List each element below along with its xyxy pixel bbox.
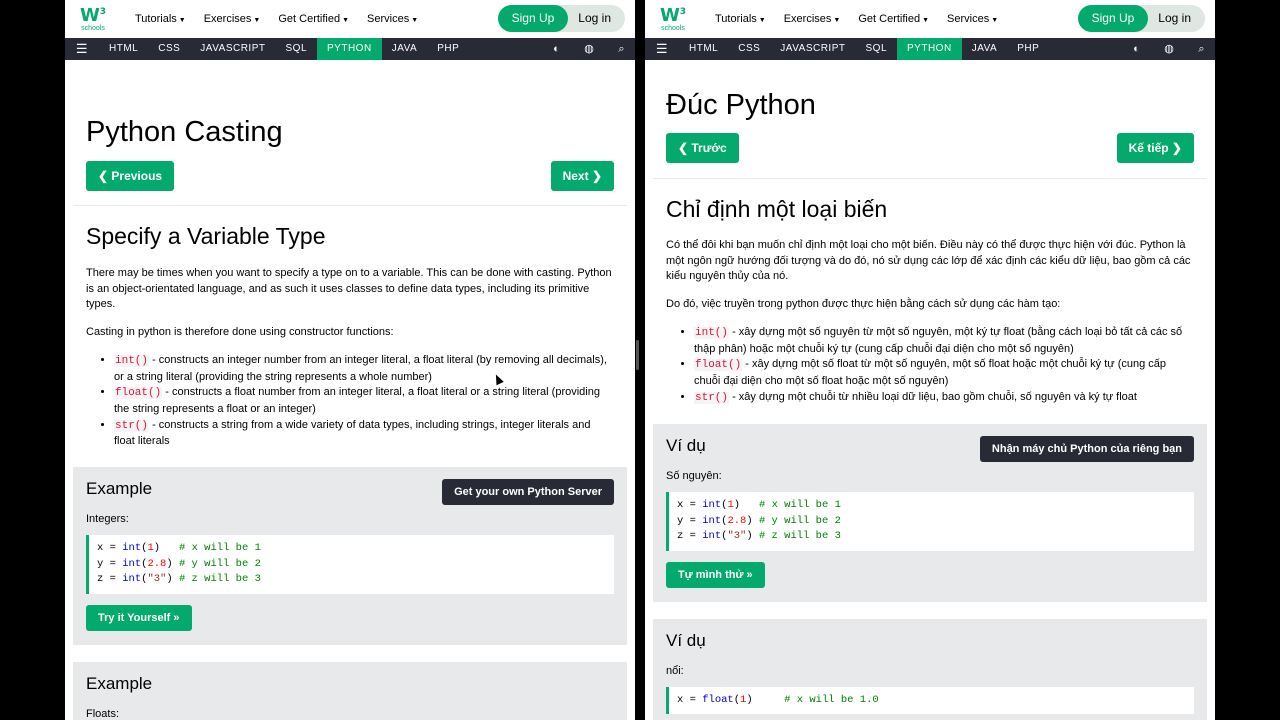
lang-tab-css[interactable]: CSS: [728, 38, 770, 60]
try-it-yourself-button[interactable]: Try it Yourself »: [86, 604, 192, 631]
code-line: x = int(1) # x will be 1: [97, 542, 261, 555]
try-it-yourself-button[interactable]: Tự mình thử »: [666, 561, 765, 588]
code-line: z = int("3") # z will be 3: [97, 573, 261, 586]
menu-exercises[interactable]: Exercises ▼: [204, 13, 261, 25]
example-label: Số nguyên:: [666, 470, 722, 483]
code-line: x = float(1) # x will be 1.0: [677, 693, 879, 706]
lang-tab-java[interactable]: JAVA: [962, 38, 1008, 60]
caret-down-icon: ▼: [922, 17, 930, 24]
example-label: Integers:: [86, 513, 129, 526]
sign-up-button[interactable]: Sign Up: [497, 5, 569, 32]
example-box: Ví dụ nổi: x = float(1) # x will be 1.0: [653, 618, 1207, 720]
list-item: float() - xây dựng một số float từ một s…: [694, 357, 1194, 389]
example-box: Ví dụ Nhận máy chủ Python của riêng bạn …: [653, 424, 1207, 602]
list-item: float() - constructs a float number from…: [114, 385, 614, 417]
search-icon[interactable]: ⌕: [1198, 38, 1205, 60]
caret-down-icon: ▼: [253, 17, 261, 24]
w3schools-logo[interactable]: W3 schools: [657, 6, 689, 32]
right-browser-pane: W3 schools Tutorials ▼ Exercises ▼ Get Cer…: [645, 0, 1215, 720]
globe-icon[interactable]: ◍: [584, 38, 594, 60]
example-box: Example Floats:: [73, 661, 627, 720]
divider: [73, 205, 627, 206]
list-item: int() - constructs an integer number fro…: [114, 353, 614, 385]
lang-tab-python[interactable]: PYTHON: [317, 38, 382, 60]
previous-button[interactable]: ❮ Previous: [86, 161, 175, 191]
lang-tab-php[interactable]: PHP: [427, 38, 469, 60]
get-python-server-button[interactable]: Nhận máy chủ Python của riêng bạn: [979, 436, 1194, 463]
menu-tutorials[interactable]: Tutorials ▼: [715, 13, 766, 25]
page-title: Python Casting: [86, 116, 283, 148]
language-nav: ☰ HTML CSS JAVASCRIPT SQL PYTHON JAVA PH…: [645, 38, 1215, 60]
w3schools-logo[interactable]: W3 schools: [77, 6, 109, 32]
lang-tab-html[interactable]: HTML: [99, 38, 148, 60]
lang-tab-java[interactable]: JAVA: [382, 38, 428, 60]
list-item: int() - xây dựng một số nguyên từ một số…: [694, 325, 1194, 357]
dark-mode-icon[interactable]: ◐: [553, 38, 560, 60]
lang-tab-php[interactable]: PHP: [1007, 38, 1049, 60]
log-in-button[interactable]: Log in: [1148, 5, 1205, 32]
caret-down-icon: ▼: [411, 17, 419, 24]
language-nav: ☰ HTML CSS JAVASCRIPT SQL PYTHON JAVA PH…: [65, 38, 635, 60]
top-navbar: W3 schools Tutorials ▼ Exercises ▼ Get Cer…: [645, 0, 1215, 38]
page-title: Đúc Python: [666, 89, 816, 121]
constructor-list: int() - xây dựng một số nguyên từ một số…: [666, 325, 1194, 407]
intro-paragraph: Có thể đôi khi bạn muốn chỉ định một loạ…: [666, 239, 1191, 283]
caret-down-icon: ▼: [178, 17, 186, 24]
sign-up-button[interactable]: Sign Up: [1077, 5, 1149, 32]
code-line: x = int(1) # x will be 1: [677, 499, 841, 512]
lang-tab-python[interactable]: PYTHON: [897, 38, 962, 60]
previous-button[interactable]: ❮ Trước: [666, 133, 739, 163]
code-line: y = int(2.8) # y will be 2: [677, 514, 841, 527]
caret-down-icon: ▼: [833, 17, 841, 24]
code-block: x = int(1) # x will be 1 y = int(2.8) # …: [666, 492, 1194, 551]
menu-get-certified[interactable]: Get Certified ▼: [278, 13, 349, 25]
casting-paragraph: Casting in python is therefore done usin…: [86, 326, 394, 339]
menu-services[interactable]: Services ▼: [947, 13, 998, 25]
lang-tab-sql[interactable]: SQL: [276, 38, 318, 60]
menu-services[interactable]: Services ▼: [367, 13, 418, 25]
example-title: Example: [86, 673, 153, 693]
code-block: x = float(1) # x will be 1.0: [666, 686, 1194, 715]
caret-down-icon: ▼: [991, 17, 999, 24]
get-python-server-button[interactable]: Get your own Python Server: [442, 479, 614, 506]
top-navbar: W3 schools Tutorials ▼ Exercises ▼ Get Cer…: [65, 0, 635, 38]
lang-tab-sql[interactable]: SQL: [856, 38, 898, 60]
code-line: y = int(2.8) # y will be 2: [97, 557, 261, 570]
code-line: z = int("3") # z will be 3: [677, 530, 841, 543]
section-heading: Chỉ định một loại biến: [666, 196, 888, 222]
code-block: x = int(1) # x will be 1 y = int(2.8) # …: [86, 535, 614, 594]
hamburger-menu-icon[interactable]: ☰: [645, 41, 679, 57]
example-box: Example Get your own Python Server Integ…: [73, 467, 627, 645]
section-heading: Specify a Variable Type: [86, 223, 326, 249]
example-label: Floats:: [86, 707, 120, 720]
lang-tab-css[interactable]: CSS: [148, 38, 190, 60]
lang-tab-html[interactable]: HTML: [679, 38, 728, 60]
next-button[interactable]: Kế tiếp ❯: [1116, 133, 1194, 163]
left-browser-pane: W3 schools Tutorials ▼ Exercises ▼ Get Cer…: [65, 0, 635, 720]
example-label: nổi:: [666, 664, 684, 677]
intro-paragraph: There may be times when you want to spec…: [86, 267, 612, 311]
next-button[interactable]: Next ❯: [550, 161, 614, 191]
search-icon[interactable]: ⌕: [618, 38, 625, 60]
divider: [653, 178, 1207, 179]
log-in-button[interactable]: Log in: [568, 5, 625, 32]
lang-tab-javascript[interactable]: JAVASCRIPT: [770, 38, 855, 60]
list-item: str() - xây dựng một chuỗi từ nhiều loại…: [694, 390, 1194, 407]
menu-tutorials[interactable]: Tutorials ▼: [135, 13, 186, 25]
example-title: Ví dụ: [666, 630, 706, 650]
globe-icon[interactable]: ◍: [1164, 38, 1174, 60]
hamburger-menu-icon[interactable]: ☰: [65, 41, 99, 57]
split-view-divider[interactable]: [636, 340, 639, 370]
caret-down-icon: ▼: [342, 17, 350, 24]
caret-down-icon: ▼: [758, 17, 766, 24]
menu-exercises[interactable]: Exercises ▼: [784, 13, 841, 25]
lang-tab-javascript[interactable]: JAVASCRIPT: [190, 38, 275, 60]
casting-paragraph: Do đó, việc truyền trong python được thự…: [666, 298, 1061, 311]
constructor-list: int() - constructs an integer number fro…: [86, 353, 614, 450]
list-item: str() - constructs a string from a wide …: [114, 418, 614, 450]
dark-mode-icon[interactable]: ◐: [1133, 38, 1140, 60]
menu-get-certified[interactable]: Get Certified ▼: [858, 13, 929, 25]
